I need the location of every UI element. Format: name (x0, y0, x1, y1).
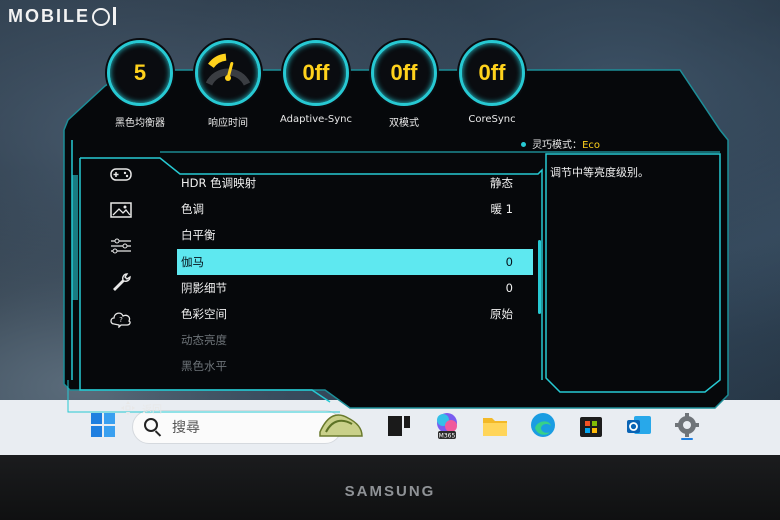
knob-value: 5 (133, 60, 147, 85)
menu-item-label: HDR 色调映射 (181, 176, 257, 191)
menu-item-dynamic-brightness: 动态亮度 (177, 327, 533, 353)
joystick-arrows-icon (121, 401, 135, 415)
osd-menu: 5 黑色均衡器 响应时间 0ff Adaptive-Sync 0ff 双模式 0… (60, 40, 730, 420)
help-description: 调节中等亮度级别。 (550, 166, 649, 179)
menu-item-value: 暖 1 (490, 202, 513, 217)
menu-item-label: 白平衡 (181, 228, 216, 243)
menu-item-label: 黑色水平 (181, 359, 227, 374)
menu-item-label: 色调 (181, 202, 204, 217)
back-button[interactable]: 返回 (120, 400, 162, 416)
menu-item-value: 0 (505, 254, 513, 269)
m365-badge: M365 (439, 433, 456, 440)
knob-label-coresync: CoreSync (468, 114, 516, 125)
menu-item-white-balance[interactable]: 白平衡 (177, 222, 533, 248)
menu-item-label: 动态亮度 (181, 333, 227, 348)
cloud-help-icon: ? (110, 312, 131, 328)
wrench-icon (113, 273, 131, 291)
smart-mode-indicator: 灵巧模式：Eco (521, 136, 600, 151)
search-icon (144, 418, 158, 432)
svg-text:?: ? (119, 316, 123, 324)
menu-item-gamma[interactable]: 伽马 0 (177, 248, 533, 275)
sidebar-item-picture[interactable] (108, 199, 134, 221)
back-label: 返回 (142, 404, 162, 416)
search-placeholder: 搜尋 (172, 420, 200, 436)
menu-item-shadow-detail[interactable]: 阴影细节 0 (177, 275, 533, 301)
sliders-icon (111, 238, 131, 254)
menu-scrollbar[interactable] (538, 240, 541, 314)
mode-label: 灵巧模式： (532, 140, 583, 151)
sidebar-item-support[interactable] (108, 271, 134, 293)
watermark-logo: MOBILE (8, 6, 116, 27)
menu-item-label: 伽马 (181, 254, 204, 269)
mode-value: Eco (582, 140, 600, 151)
brand-logo: SAMSUNG (344, 483, 436, 500)
menu-item-value: 静态 (490, 176, 513, 191)
knob-adaptive-sync[interactable]: 0ff (283, 40, 349, 106)
knob-value: 0ff (478, 60, 506, 85)
menu-item-value: 0 (505, 280, 513, 295)
sidebar-item-system[interactable] (108, 235, 134, 257)
menu-item-value: 原始 (490, 307, 513, 322)
sidebar-item-game[interactable] (108, 163, 134, 185)
sidebar-item-help[interactable]: ? (108, 307, 134, 329)
menu-item-color-tone[interactable]: 色调 暖 1 (177, 196, 533, 222)
knob-value: 0ff (302, 60, 330, 85)
knob-response-time[interactable] (195, 40, 261, 106)
knob-dual-mode[interactable]: 0ff (371, 40, 437, 106)
menu-item-label: 阴影细节 (181, 280, 227, 295)
response-time-gauge (205, 53, 251, 86)
knob-coresync[interactable]: 0ff (459, 40, 525, 106)
menu-item-color-space[interactable]: 色彩空间 原始 (177, 301, 533, 327)
gamepad-icon (110, 168, 132, 181)
picture-icon (110, 202, 132, 218)
knob-black-equalizer[interactable]: 5 (107, 40, 173, 106)
picture-settings-list: HDR 色调映射 静态 色调 暖 1 白平衡 伽马 0 阴影细节 0 色彩空间 原始 动态… (177, 170, 533, 380)
knob-value: 0ff (390, 60, 418, 85)
menu-item-black-level: 黑色水平 (177, 353, 533, 379)
menu-item-label: 色彩空间 (181, 307, 227, 322)
menu-item-hdr-tone-mapping[interactable]: HDR 色调映射 静态 (177, 170, 533, 196)
